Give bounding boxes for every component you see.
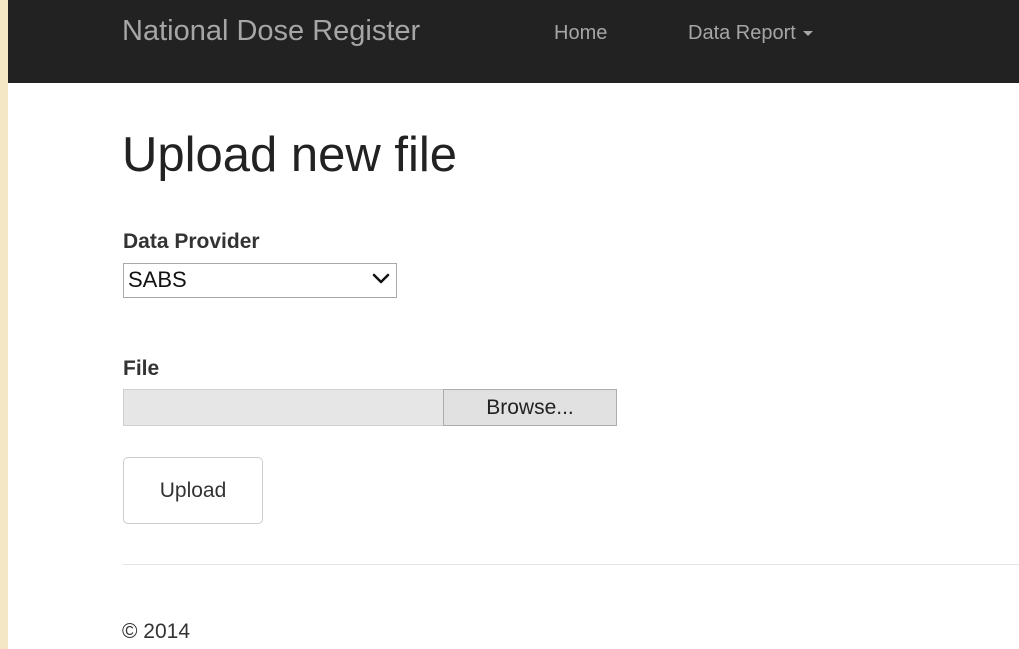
file-path-field[interactable]	[123, 389, 444, 426]
browse-button[interactable]: Browse...	[443, 389, 617, 426]
page-edge-strip	[0, 0, 8, 649]
nav-link-home[interactable]: Home	[554, 22, 607, 45]
footer-divider	[123, 564, 1019, 565]
nav-dropdown-data-report[interactable]: Data Report	[688, 22, 813, 45]
nav-dropdown-data-report-label: Data Report	[688, 22, 796, 44]
top-navbar: National Dose Register Home Data Report	[8, 0, 1019, 83]
nav-link-home-label: Home	[554, 22, 608, 44]
data-provider-label: Data Provider	[123, 230, 260, 253]
page-title: Upload new file	[122, 128, 458, 182]
footer-copyright: © 2014	[122, 620, 191, 643]
brand-link[interactable]: National Dose Register	[122, 15, 420, 48]
data-provider-selected-value: SABS	[128, 267, 187, 292]
caret-down-icon	[802, 31, 813, 36]
chevron-down-icon	[372, 273, 390, 284]
data-provider-select[interactable]: SABS	[123, 263, 397, 298]
file-label: File	[123, 357, 160, 380]
upload-button[interactable]: Upload	[123, 457, 263, 524]
